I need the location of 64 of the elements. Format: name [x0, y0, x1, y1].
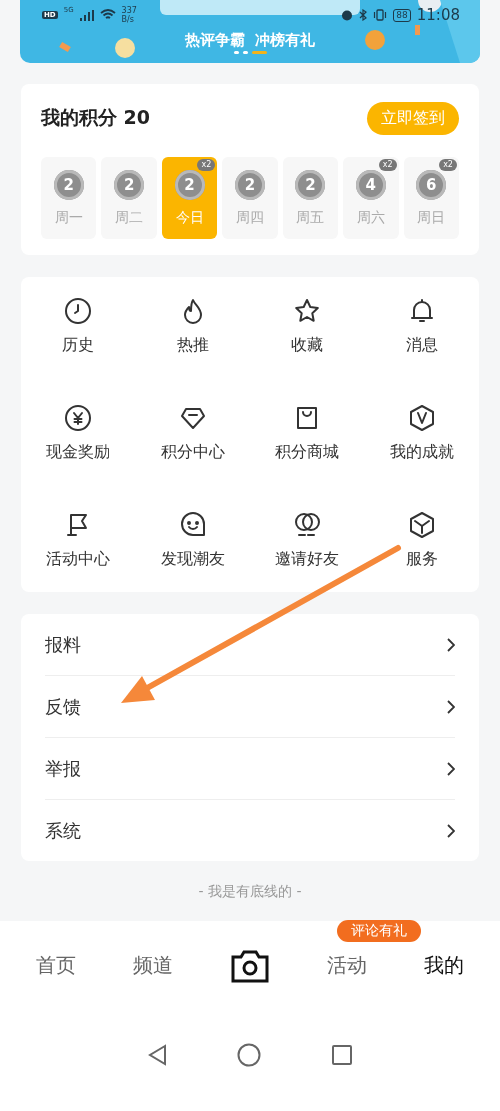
- recents-icon[interactable]: [331, 1043, 353, 1066]
- vibrate-icon: [373, 9, 388, 21]
- day-label: 周四: [235, 208, 264, 227]
- multiplier-badge: x2: [378, 159, 397, 171]
- menu-item[interactable]: 服务: [364, 511, 479, 570]
- tab[interactable]: 我的: [417, 948, 470, 983]
- day-label: 周二: [115, 208, 144, 227]
- end-of-list-note: - 我是有底线的 -: [198, 883, 302, 899]
- clock-icon: [64, 297, 93, 325]
- tab[interactable]: 频道: [127, 948, 180, 983]
- battery-icon: 88: [393, 8, 411, 22]
- multiplier-badge: x2: [197, 159, 216, 171]
- menu-item[interactable]: 现金奖励: [21, 404, 136, 463]
- menu-item[interactable]: 邀请好友: [250, 511, 365, 570]
- menu-item[interactable]: 发现潮友: [135, 511, 250, 570]
- menu-item[interactable]: 活动中心: [21, 511, 136, 570]
- coin-icon: 6: [416, 169, 447, 200]
- day-tile[interactable]: x2 2 今日: [161, 157, 218, 239]
- coin-icon: 4: [355, 169, 386, 200]
- day-label: 周五: [296, 208, 325, 227]
- yen-coin-icon: [64, 404, 93, 432]
- list-row[interactable]: 报料: [45, 614, 455, 676]
- coin-icon: 2: [114, 169, 145, 200]
- coin-icon: 2: [295, 169, 326, 200]
- menu-item[interactable]: 我的成就: [364, 404, 479, 463]
- tab[interactable]: 首页: [30, 948, 83, 983]
- menu-item[interactable]: 消息: [364, 297, 479, 356]
- coin-icon: 2: [174, 169, 205, 200]
- wifi-icon: [99, 9, 116, 21]
- cube-icon: [407, 511, 436, 539]
- menu-item[interactable]: 积分中心: [135, 404, 250, 463]
- coin-icon: 2: [53, 169, 84, 200]
- list-row[interactable]: 系统: [45, 800, 455, 861]
- day-label: 今日: [175, 208, 204, 227]
- menu-item[interactable]: 热推: [135, 297, 250, 356]
- menu-item[interactable]: 积分商城: [250, 404, 365, 463]
- hexagon-badge-icon: [407, 404, 436, 432]
- points-title: 我的积分 20: [41, 105, 151, 130]
- menu-item[interactable]: 收藏: [250, 297, 365, 356]
- banner-caption: 热评争霸 冲榜有礼: [184, 31, 316, 49]
- day-tile[interactable]: x2 6 周日: [403, 157, 459, 239]
- chevron-right-icon: [446, 699, 455, 714]
- network-speed: 337 B/s: [121, 6, 137, 24]
- day-label: 周六: [356, 208, 385, 227]
- coin-icon: 2: [234, 169, 265, 200]
- chevron-right-icon: [446, 637, 455, 652]
- promo-badge: 评论有礼: [336, 920, 421, 942]
- chevron-right-icon: [446, 761, 455, 776]
- tab[interactable]: 活动: [320, 948, 373, 983]
- day-label: 周一: [54, 208, 83, 227]
- home-icon[interactable]: [237, 1042, 261, 1067]
- day-label: 周日: [417, 208, 446, 227]
- signal-icon: [79, 9, 94, 21]
- list-row[interactable]: 举报: [45, 738, 455, 800]
- bluetooth-icon: [359, 9, 368, 21]
- chevron-right-icon: [446, 823, 455, 838]
- star-icon: [293, 297, 322, 325]
- smiley-chat-icon: [178, 511, 207, 539]
- back-icon[interactable]: [147, 1043, 167, 1066]
- overlapping-circles-icon: [293, 511, 322, 539]
- day-tile[interactable]: x2 4 周六: [343, 157, 399, 239]
- menu-item[interactable]: 历史: [21, 297, 136, 356]
- status-time: 11:08: [416, 6, 460, 24]
- multiplier-badge: x2: [439, 159, 457, 171]
